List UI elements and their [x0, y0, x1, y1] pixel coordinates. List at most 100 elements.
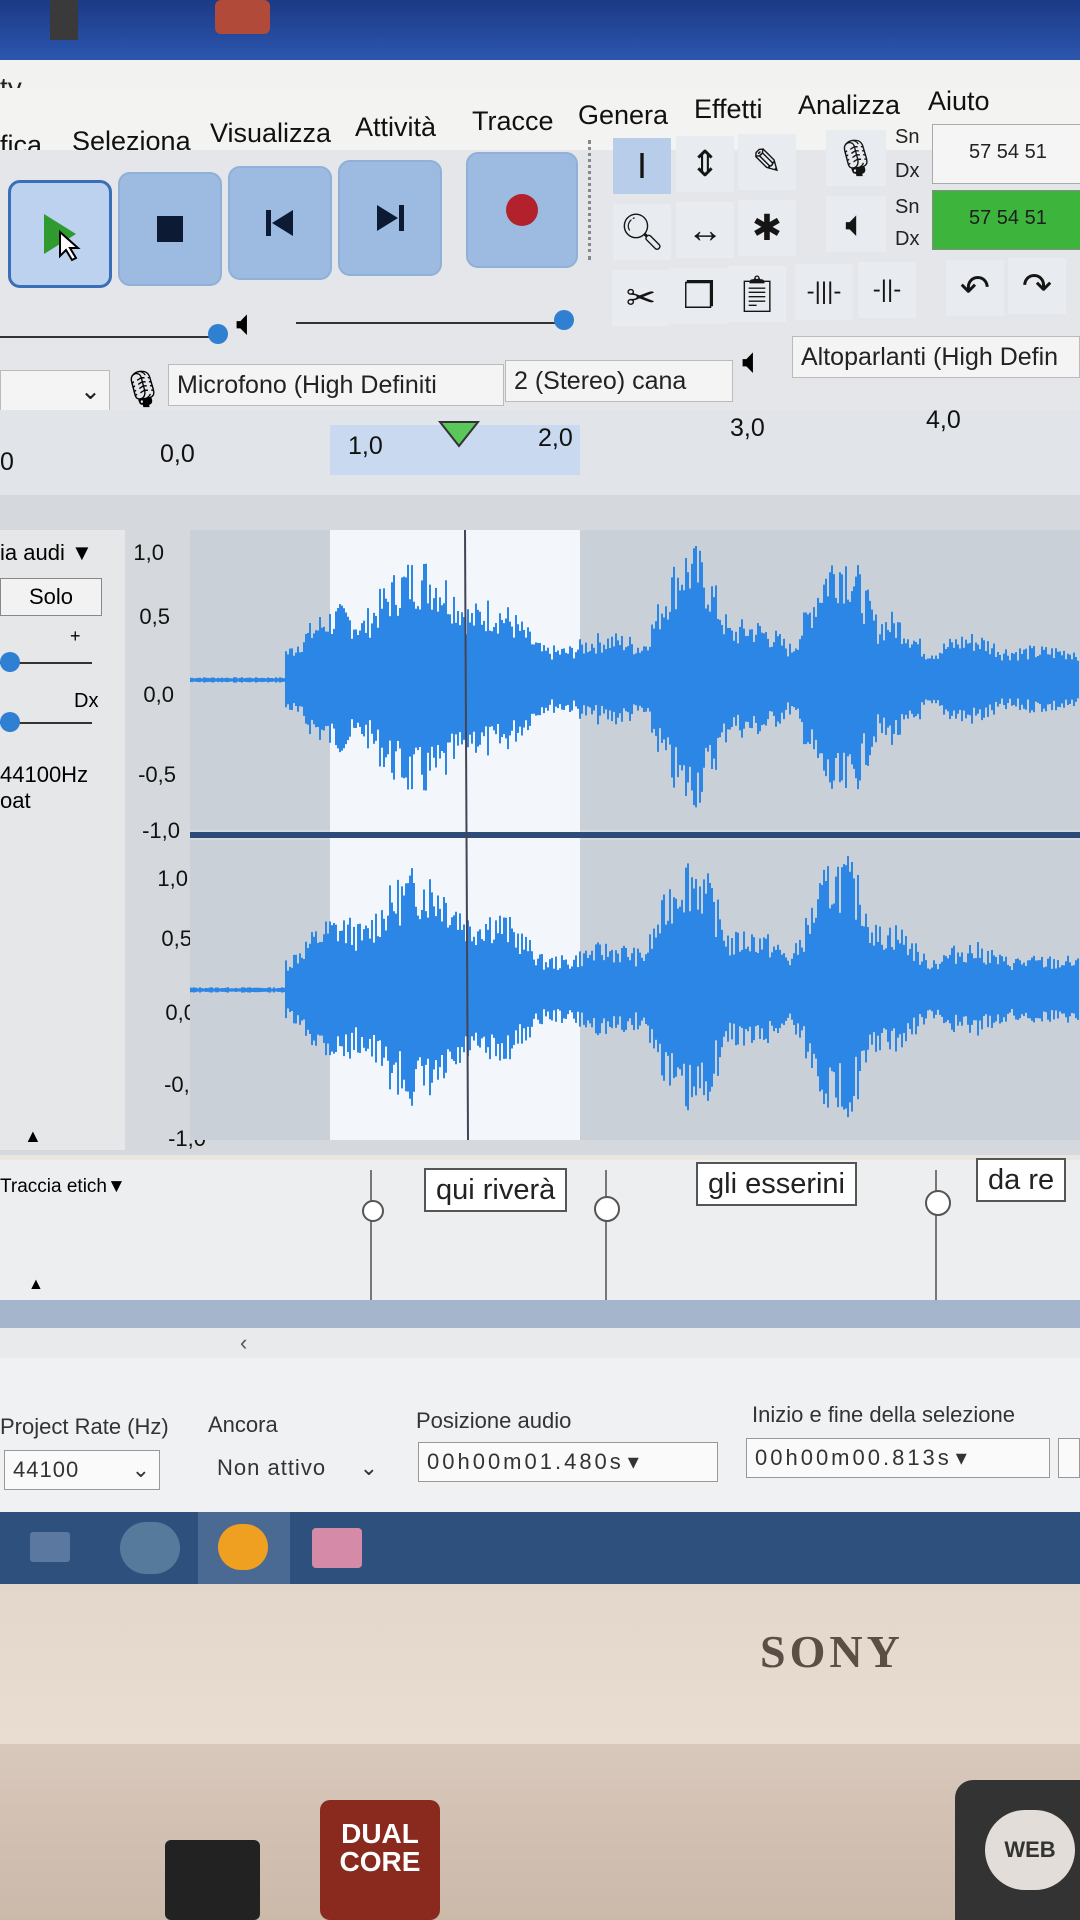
- play-meter-button[interactable]: 🔈︎: [826, 196, 886, 252]
- waveform-display[interactable]: [190, 505, 1080, 1155]
- laptop-bezel: [0, 1584, 1080, 1744]
- i-beam-icon: I: [636, 145, 647, 186]
- label-boundary: [370, 1170, 372, 1300]
- scale-label: 1,0: [133, 540, 164, 565]
- app-icon-pink[interactable]: [312, 1528, 362, 1568]
- chevron-down-icon: ▾: [955, 1445, 970, 1470]
- scale-label: -1,0: [142, 818, 180, 843]
- menu-item-tracce[interactable]: Tracce: [472, 106, 554, 137]
- label-da-re[interactable]: da re: [976, 1158, 1067, 1202]
- menu-item-effetti[interactable]: Effetti: [694, 94, 763, 125]
- collapse-icon[interactable]: ▲: [28, 1276, 44, 1294]
- microphone-icon-device: 🎙︎: [120, 368, 166, 409]
- skip-end-icon: [377, 205, 404, 231]
- play-icon: [44, 214, 81, 262]
- menu-item-attivita[interactable]: Attività: [355, 112, 436, 143]
- undo-button[interactable]: ↶: [946, 260, 1004, 316]
- label-qui-rivera[interactable]: qui riverà: [424, 1168, 568, 1212]
- pan-knob[interactable]: [0, 712, 20, 732]
- cut-button[interactable]: ✂: [612, 270, 670, 326]
- envelope-icon: ⇕: [689, 143, 721, 184]
- collapse-icon[interactable]: ▲: [24, 1126, 42, 1147]
- timeshift-tool[interactable]: ↔: [676, 202, 734, 258]
- undo-icon: ↶: [959, 267, 991, 308]
- gain-knob[interactable]: [0, 652, 20, 672]
- speaker-icon-device: 🔈︎: [742, 340, 764, 381]
- scroll-track[interactable]: [0, 1328, 1080, 1358]
- audio-position-label: Posizione audio: [416, 1408, 572, 1433]
- label-handle[interactable]: [362, 1200, 384, 1222]
- paste-button[interactable]: 📋︎: [728, 266, 786, 322]
- timeshift-icon: ↔: [687, 209, 723, 250]
- record-meter[interactable]: 57 54 51: [932, 124, 1080, 184]
- ruler-tick: 4,0: [926, 406, 961, 434]
- selection-tool[interactable]: I: [613, 138, 671, 194]
- file-explorer-icon[interactable]: [30, 1532, 70, 1562]
- label-track-name: Traccia etich: [0, 1176, 107, 1197]
- chevron-down-icon: ▾: [627, 1449, 642, 1474]
- record-volume-slider[interactable]: [0, 336, 220, 338]
- menu-item-analizza[interactable]: Analizza: [798, 90, 900, 121]
- selection-start-value: 00h00m00.813s: [755, 1445, 952, 1470]
- track-name: ia audi: [0, 540, 65, 565]
- menu-item-visualizza[interactable]: Visualizza: [210, 118, 331, 149]
- play-head-icon[interactable]: [436, 418, 482, 448]
- scissors-icon: ✂: [625, 277, 657, 318]
- redo-button[interactable]: ↷: [1008, 258, 1066, 314]
- draw-tool[interactable]: ✎: [738, 134, 796, 190]
- record-volume-knob[interactable]: [208, 324, 228, 344]
- skip-end-button[interactable]: [338, 160, 442, 276]
- label-gli-esserini[interactable]: gli esserini: [696, 1162, 857, 1206]
- track-format: oat: [0, 788, 31, 813]
- record-meter-button[interactable]: 🎙︎: [826, 130, 886, 186]
- audio-host-select[interactable]: ⌄: [0, 370, 110, 412]
- multi-tool[interactable]: ✱: [738, 200, 796, 256]
- audacity-taskbar-button[interactable]: [198, 1512, 290, 1584]
- scroll-left-icon[interactable]: ‹: [240, 1330, 247, 1356]
- stop-icon: [157, 216, 183, 242]
- chevron-down-icon: ▼: [107, 1176, 126, 1197]
- skip-start-button[interactable]: [228, 166, 332, 280]
- recording-device-select[interactable]: Microfono (High Definiti: [168, 364, 504, 406]
- copy-button[interactable]: ❐: [670, 268, 728, 324]
- envelope-tool[interactable]: ⇕: [676, 136, 734, 192]
- horizontal-scrollbar[interactable]: ‹: [0, 1300, 1080, 1358]
- snap-select[interactable]: Non attivo ⌄: [208, 1448, 388, 1488]
- taskbar: [0, 1512, 1080, 1584]
- track-name-menu[interactable]: ia audi ▼: [0, 540, 93, 566]
- selection-start-field[interactable]: 00h00m00.813s ▾: [746, 1438, 1050, 1478]
- playback-meter[interactable]: 57 54 51: [932, 190, 1080, 250]
- audio-position-value: 00h00m01.480s: [427, 1449, 624, 1474]
- desktop-icon-red: [215, 0, 270, 34]
- stop-button[interactable]: [118, 172, 222, 286]
- scale-label: 1,0: [157, 866, 188, 891]
- menu-item-genera[interactable]: Genera: [578, 100, 668, 131]
- web-button[interactable]: WEB: [985, 1810, 1075, 1890]
- label-track-name-menu[interactable]: Traccia etich▼: [0, 1176, 126, 1198]
- trim-button[interactable]: -|||-: [795, 264, 853, 320]
- audio-position-field[interactable]: 00h00m01.480s ▾: [418, 1442, 718, 1482]
- playback-device-select[interactable]: Altoparlanti (High Defin: [792, 336, 1080, 378]
- audacity-icon: [218, 1524, 268, 1570]
- label-handle[interactable]: [594, 1196, 620, 1222]
- project-rate-select[interactable]: 44100 ⌄: [4, 1450, 160, 1490]
- solo-button[interactable]: Solo: [0, 578, 102, 616]
- record-button[interactable]: [466, 152, 578, 268]
- label-handle[interactable]: [925, 1190, 951, 1216]
- selection-end-field[interactable]: [1058, 1438, 1080, 1478]
- playback-volume-slider[interactable]: [296, 322, 566, 324]
- channels-select[interactable]: 2 (Stereo) cana: [505, 360, 733, 402]
- playback-volume-knob[interactable]: [554, 310, 574, 330]
- silence-button[interactable]: -||-: [858, 262, 916, 318]
- zoom-tool[interactable]: 🔍︎: [613, 204, 671, 260]
- laptop-base: [0, 1744, 1080, 1920]
- play-button[interactable]: [8, 180, 112, 288]
- whatsapp-icon[interactable]: [120, 1522, 180, 1574]
- desktop-icon: [50, 0, 78, 40]
- redo-icon: ↷: [1021, 265, 1053, 306]
- snap-label: Ancora: [208, 1412, 278, 1437]
- track-rate: 44100Hz: [0, 762, 89, 787]
- speaker-icon: 🔈︎: [845, 202, 867, 244]
- menu-item-aiuto[interactable]: Aiuto: [928, 86, 990, 117]
- chevron-down-icon: ⌄: [131, 1457, 151, 1482]
